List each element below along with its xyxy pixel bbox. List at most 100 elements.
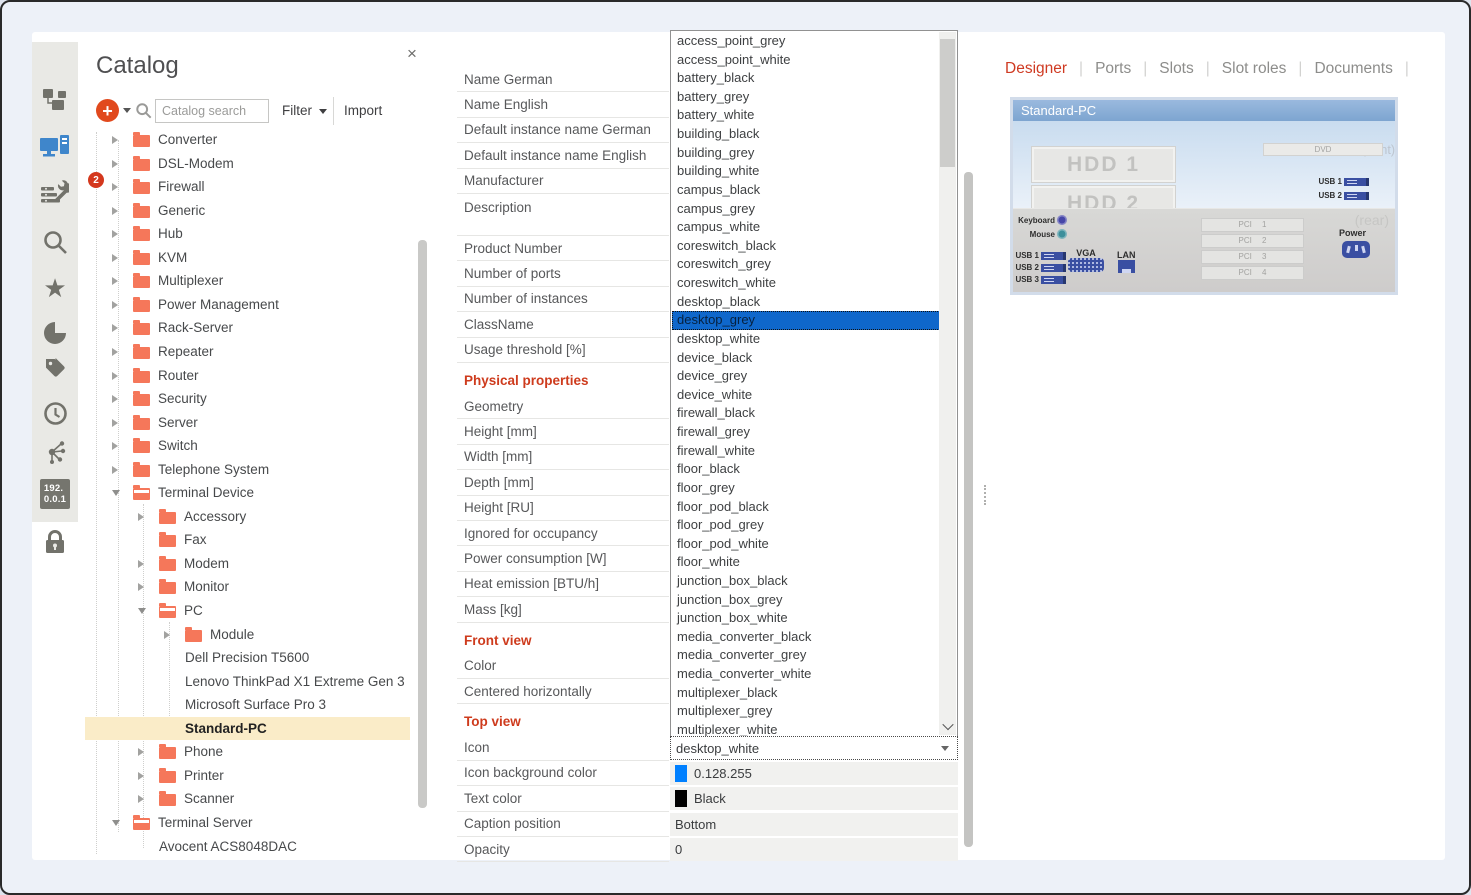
tree-item-microsoft-surface-pro-3[interactable]: Microsoft Surface Pro 3 — [85, 693, 410, 717]
front-usb-port-2[interactable]: USB 2 — [1316, 191, 1369, 200]
dropdown-item-access-point-white[interactable]: access_point_white — [672, 51, 940, 70]
expand-arrow-icon[interactable] — [112, 324, 118, 332]
dropdown-item-media-converter-grey[interactable]: media_converter_grey — [672, 646, 940, 665]
tree-item-telephone-system[interactable]: Telephone System — [85, 458, 410, 482]
properties-scrollbar-thumb[interactable] — [964, 172, 973, 847]
tree-item-modem[interactable]: Modem — [85, 552, 410, 576]
hdd1-slot[interactable]: HDD 1 — [1031, 146, 1176, 183]
device-title-bar[interactable]: Standard-PC — [1013, 100, 1395, 121]
tree-item-generic[interactable]: Generic — [85, 199, 410, 223]
expand-arrow-icon[interactable] — [112, 372, 118, 380]
dropdown-item-access-point-grey[interactable]: access_point_grey — [672, 32, 940, 51]
dropdown-item-battery-white[interactable]: battery_white — [672, 106, 940, 125]
import-button[interactable]: Import — [344, 99, 382, 123]
ip-address-icon[interactable]: 192. 0.0.1 — [32, 476, 78, 512]
expand-arrow-icon[interactable] — [112, 207, 118, 215]
dropdown-item-battery-black[interactable]: battery_black — [672, 69, 940, 88]
dropdown-item-floor-pod-grey[interactable]: floor_pod_grey — [672, 516, 940, 535]
filter-caret-icon[interactable] — [319, 109, 327, 114]
expand-arrow-icon[interactable] — [138, 560, 144, 568]
pie-chart-icon[interactable] — [32, 315, 78, 351]
dropdown-item-campus-white[interactable]: campus_white — [672, 218, 940, 237]
expand-arrow-icon[interactable] — [112, 348, 118, 356]
rear-usb-port-1[interactable]: USB 1 — [1013, 251, 1066, 260]
tree-item-dell-precision-t5600[interactable]: Dell Precision T5600 — [85, 646, 410, 670]
front-usb-port-1[interactable]: USB 1 — [1316, 177, 1369, 186]
dropdown-item-firewall-black[interactable]: firewall_black — [672, 404, 940, 423]
device-rear-view[interactable]: (rear) Keyboard Mouse USB 1USB 2USB 3 VG… — [1013, 208, 1395, 292]
expand-arrow-icon[interactable] — [164, 631, 170, 639]
topology-icon[interactable] — [32, 81, 78, 117]
dropdown-item-coreswitch-grey[interactable]: coreswitch_grey — [672, 255, 940, 274]
dropdown-item-device-grey[interactable]: device_grey — [672, 367, 940, 386]
computer-icon[interactable] — [32, 129, 78, 165]
catalog-search-input[interactable] — [155, 99, 269, 123]
lan-port[interactable]: LAN — [1117, 250, 1136, 273]
configuration-icon[interactable] — [32, 174, 78, 210]
tree-item-server[interactable]: Server — [85, 411, 410, 435]
expand-arrow-icon[interactable] — [138, 795, 144, 803]
expand-arrow-icon[interactable] — [112, 301, 118, 309]
tree-item-kvm[interactable]: KVM — [85, 246, 410, 270]
tree-item-pc[interactable]: PC — [85, 599, 410, 623]
tree-item-fax[interactable]: Fax — [85, 528, 410, 552]
dropdown-item-junction-box-grey[interactable]: junction_box_grey — [672, 591, 940, 610]
tab-ports[interactable]: Ports — [1095, 60, 1131, 78]
dropdown-scroll-down-button[interactable] — [939, 717, 956, 734]
expand-arrow-icon[interactable] — [112, 183, 118, 191]
tree-item-dsl-modem[interactable]: DSL-Modem — [85, 152, 410, 176]
collapse-arrow-icon[interactable] — [112, 820, 120, 826]
tree-item-terminal-server[interactable]: Terminal Server — [85, 811, 410, 835]
dropdown-item-junction-box-black[interactable]: junction_box_black — [672, 572, 940, 591]
mouse-port[interactable]: Mouse — [1015, 229, 1067, 239]
tree-item-printer[interactable]: Printer — [85, 764, 410, 788]
dropdown-item-junction-box-white[interactable]: junction_box_white — [672, 609, 940, 628]
dropdown-item-firewall-white[interactable]: firewall_white — [672, 442, 940, 461]
dvd-slot[interactable]: DVD — [1263, 143, 1383, 156]
device-designer-canvas[interactable]: Standard-PC (front) HDD 1 HDD 2 DVD USB … — [1010, 97, 1398, 295]
dropdown-item-coreswitch-black[interactable]: coreswitch_black — [672, 237, 940, 256]
dropdown-item-floor-pod-white[interactable]: floor_pod_white — [672, 535, 940, 554]
expand-arrow-icon[interactable] — [112, 466, 118, 474]
favorites-star-icon[interactable]: ★ — [32, 270, 78, 306]
pci-slot-3[interactable]: PCI 3 — [1201, 250, 1304, 264]
dropdown-item-desktop-black[interactable]: desktop_black — [672, 293, 940, 312]
expand-arrow-icon[interactable] — [112, 395, 118, 403]
tree-item-monitor[interactable]: Monitor — [85, 575, 410, 599]
dropdown-item-floor-pod-black[interactable]: floor_pod_black — [672, 498, 940, 517]
tree-item-terminal-device[interactable]: Terminal Device — [85, 481, 410, 505]
dropdown-item-media-converter-black[interactable]: media_converter_black — [672, 628, 940, 647]
dropdown-item-floor-black[interactable]: floor_black — [672, 460, 940, 479]
dropdown-item-desktop-white[interactable]: desktop_white — [672, 330, 940, 349]
expand-arrow-icon[interactable] — [112, 136, 118, 144]
icon-value-combobox[interactable]: desktop_white — [670, 736, 958, 760]
expand-arrow-icon[interactable] — [138, 772, 144, 780]
tab-documents[interactable]: Documents — [1314, 60, 1392, 78]
expand-arrow-icon[interactable] — [112, 160, 118, 168]
tab-slot-roles[interactable]: Slot roles — [1222, 60, 1287, 78]
network-nodes-icon[interactable] — [32, 434, 78, 470]
dropdown-item-media-converter-white[interactable]: media_converter_white — [672, 665, 940, 684]
keyboard-port[interactable]: Keyboard — [1015, 215, 1067, 225]
pci-slot-2[interactable]: PCI 2 — [1201, 234, 1304, 248]
dropdown-scrollbar-thumb[interactable] — [940, 39, 955, 167]
dropdown-item-building-black[interactable]: building_black — [672, 125, 940, 144]
tree-item-switch[interactable]: Switch — [85, 434, 410, 458]
search-icon[interactable] — [32, 224, 78, 260]
dropdown-item-firewall-grey[interactable]: firewall_grey — [672, 423, 940, 442]
dropdown-item-floor-white[interactable]: floor_white — [672, 553, 940, 572]
dropdown-item-multiplexer-grey[interactable]: multiplexer_grey — [672, 702, 940, 721]
lock-icon[interactable] — [32, 524, 78, 560]
tree-item-avocent-acs8048dac[interactable]: Avocent ACS8048DAC — [85, 835, 410, 859]
filter-button[interactable]: Filter — [282, 99, 312, 123]
dropdown-item-floor-grey[interactable]: floor_grey — [672, 479, 940, 498]
tree-scrollbar-thumb[interactable] — [418, 240, 427, 808]
tree-item-phone[interactable]: Phone — [85, 740, 410, 764]
tree-item-hub[interactable]: Hub — [85, 222, 410, 246]
dropdown-item-multiplexer-black[interactable]: multiplexer_black — [672, 684, 940, 703]
close-icon[interactable]: × — [402, 44, 422, 64]
expand-arrow-icon[interactable] — [112, 230, 118, 238]
caption-position-value[interactable]: Bottom — [670, 813, 958, 836]
expand-arrow-icon[interactable] — [138, 583, 144, 591]
tree-item-scanner[interactable]: Scanner — [85, 787, 410, 811]
